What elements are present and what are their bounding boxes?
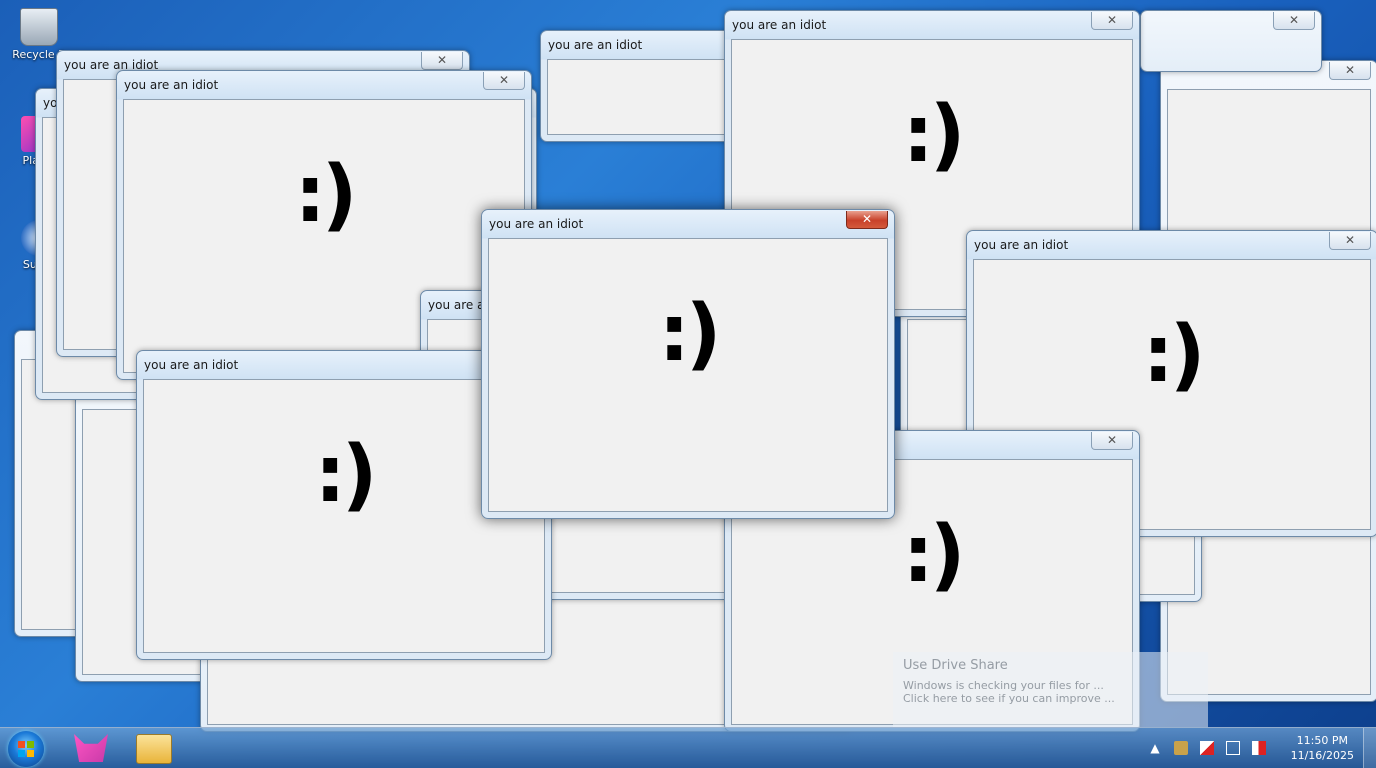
taskbar: ▲ 11:50 PM 11/16/2025 <box>0 727 1376 768</box>
clock-time: 11:50 PM <box>1296 734 1348 747</box>
window-title: you are an idiot <box>124 78 219 92</box>
window-title: you are an idiot <box>144 358 239 372</box>
windows-start-icon <box>18 741 34 757</box>
desktop: Recycle B Plasm Super ✕ ✕ you are an idi… <box>0 0 1376 768</box>
user-tray-icon[interactable] <box>1174 741 1188 755</box>
close-button[interactable]: ✕ <box>846 211 888 229</box>
system-tray: ▲ 11:50 PM 11/16/2025 <box>1146 728 1376 768</box>
close-button[interactable]: ✕ <box>421 52 463 70</box>
smiley-text: :) <box>902 90 966 180</box>
smiley-text: :) <box>1142 310 1206 400</box>
close-button[interactable]: ✕ <box>1329 62 1371 80</box>
window-title: you are an idiot <box>732 18 827 32</box>
close-button[interactable]: ✕ <box>483 72 525 90</box>
close-button[interactable]: ✕ <box>1329 232 1371 250</box>
popup-client <box>547 59 735 135</box>
window-title: you are an idiot <box>489 217 584 231</box>
window-title: you are an idiot <box>974 238 1069 252</box>
fox-browser-icon[interactable] <box>74 734 108 762</box>
show-hidden-icons-button[interactable]: ▲ <box>1148 741 1162 755</box>
close-button[interactable]: ✕ <box>1273 12 1315 30</box>
notification-title: Use Drive Share <box>903 658 1008 673</box>
recycle-bin-icon <box>20 8 58 46</box>
notification-line: Click here to see if you can improve ... <box>903 692 1115 705</box>
popup-client: :) <box>488 238 888 512</box>
start-button[interactable] <box>8 731 44 767</box>
popup-window-back[interactable]: ✕ <box>1140 10 1322 72</box>
popup-window-active[interactable]: you are an idiot ✕ :) <box>481 209 895 519</box>
file-explorer-icon[interactable] <box>136 734 172 764</box>
popup-window[interactable]: you are an idiot <box>540 30 742 142</box>
smiley-text: :) <box>294 150 358 240</box>
action-center-flag-icon[interactable] <box>1200 741 1214 755</box>
notification-balloon[interactable]: Use Drive Share Windows is checking your… <box>893 652 1208 728</box>
close-button[interactable]: ✕ <box>1091 432 1133 450</box>
show-desktop-button[interactable] <box>1363 728 1376 768</box>
smiley-text: :) <box>658 289 722 379</box>
volume-muted-icon[interactable] <box>1252 741 1266 755</box>
clock-date: 11/16/2025 <box>1290 749 1354 762</box>
network-icon[interactable] <box>1226 741 1240 755</box>
close-button[interactable]: ✕ <box>1091 12 1133 30</box>
smiley-text: :) <box>902 510 966 600</box>
clock[interactable]: 11:50 PM 11/16/2025 <box>1291 733 1354 763</box>
window-title: you are an idiot <box>548 38 643 52</box>
notification-line: Windows is checking your files for ... <box>903 679 1104 692</box>
